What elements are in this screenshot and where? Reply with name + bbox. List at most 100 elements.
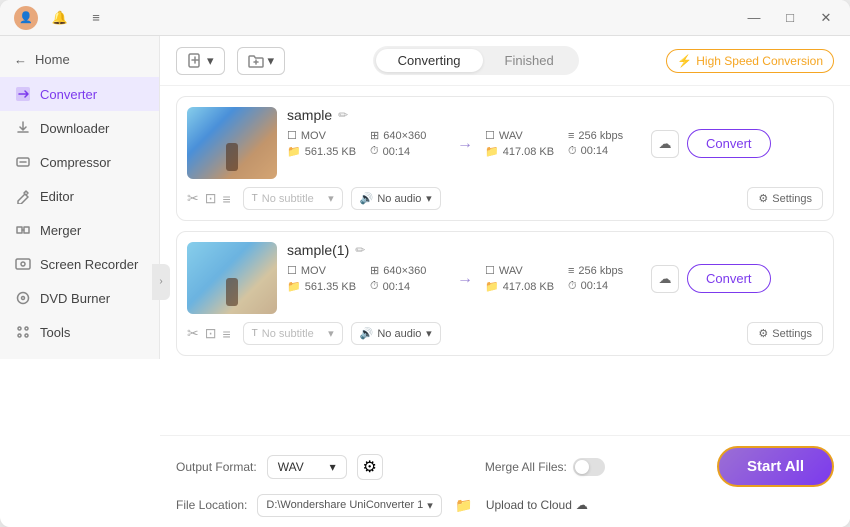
minimize-button[interactable]: —	[740, 4, 768, 32]
effects-icon-1[interactable]: ≡	[222, 326, 230, 342]
audio-label-1: No audio	[377, 328, 421, 340]
sidebar-item-downloader[interactable]: Downloader	[0, 111, 159, 145]
convert-button-1[interactable]: Convert	[687, 264, 771, 293]
upload-cloud-label: Upload to Cloud	[486, 498, 572, 512]
target-size-1: 417.08 KB	[503, 281, 554, 293]
browse-folder-button[interactable]: 📁	[452, 493, 476, 517]
crop-icon-1[interactable]: ⊡	[205, 325, 217, 342]
media-info-1: sample(1) ✏ ☐ MOV 📁	[287, 242, 823, 293]
audio-icon-1: 🔊	[360, 327, 374, 340]
res-icon-0: ⊞	[370, 129, 379, 142]
output-format-select[interactable]: WAV ▾	[267, 455, 347, 479]
crop-icon-0[interactable]: ⊡	[205, 190, 217, 207]
add-folder-dropdown-icon: ▾	[268, 53, 275, 69]
start-all-button[interactable]: Start All	[717, 446, 834, 487]
target-meta-0: ☐ WAV 📁 417.08 KB	[485, 129, 560, 158]
user-avatar[interactable]: 👤	[14, 6, 38, 30]
sidebar-item-screen-recorder[interactable]: Screen Recorder	[0, 247, 159, 281]
output-format-label: Output Format:	[176, 460, 257, 474]
settings-button-0[interactable]: ⚙ Settings	[747, 187, 823, 210]
source-folder-icon-0: 📁	[287, 145, 301, 158]
close-button[interactable]: ✕	[812, 4, 840, 32]
format-settings-icon[interactable]: ⚙	[357, 454, 383, 480]
add-folder-icon	[248, 53, 264, 69]
media-list: sample ✏ ☐ MOV 📁	[160, 86, 850, 435]
convert-button-0[interactable]: Convert	[687, 129, 771, 158]
dvd-burner-label: DVD Burner	[40, 291, 110, 306]
source-format-1: MOV	[301, 265, 326, 277]
menu-icon[interactable]: ≡	[82, 4, 110, 32]
tab-converting[interactable]: Converting	[376, 49, 483, 72]
target-dur-icon-0: ⏱	[568, 145, 577, 158]
sidebar-item-converter[interactable]: Converter	[0, 77, 159, 111]
sidebar: ← Home Converter	[0, 36, 160, 359]
target-format-icon-1: ☐	[485, 264, 495, 277]
bitrate-icon-0: ≡	[568, 130, 574, 142]
audio-select-0[interactable]: 🔊 No audio ▾	[351, 187, 441, 210]
output-format-value: WAV	[278, 460, 304, 474]
subtitle-icon-1: T	[252, 328, 258, 339]
notification-icon[interactable]: 🔔	[46, 4, 74, 32]
add-file-button[interactable]: ▾	[176, 47, 225, 75]
sidebar-home[interactable]: ← Home	[0, 46, 159, 73]
editor-icon	[14, 187, 32, 205]
subtitle-dropdown-0: ▾	[328, 192, 334, 205]
effects-icon-0[interactable]: ≡	[222, 191, 230, 207]
sidebar-item-tools[interactable]: Tools	[0, 315, 159, 349]
settings-button-1[interactable]: ⚙ Settings	[747, 322, 823, 345]
target-bitrate-1: 256 kbps	[578, 265, 623, 277]
source-folder-icon-1: 📁	[287, 280, 301, 293]
file-location-input[interactable]: D:\Wondershare UniConverter 1 ▾	[257, 494, 441, 517]
edit-name-icon-1[interactable]: ✏	[355, 243, 365, 257]
card-tools-0: ✂ ⊡ ≡	[187, 190, 231, 207]
sidebar-item-dvd-burner[interactable]: DVD Burner	[0, 281, 159, 315]
audio-label-0: No audio	[377, 193, 421, 205]
tab-finished[interactable]: Finished	[483, 49, 576, 72]
target-dur-0: 00:14	[581, 145, 609, 157]
audio-select-1[interactable]: 🔊 No audio ▾	[351, 322, 441, 345]
source-dur-1: 00:14	[383, 281, 411, 293]
subtitle-select-0[interactable]: T No subtitle ▾	[243, 187, 343, 210]
arrow-icon-1: →	[457, 270, 473, 288]
cut-icon-0[interactable]: ✂	[187, 190, 199, 207]
upload-cloud-button[interactable]: Upload to Cloud ☁	[486, 498, 588, 512]
source-res-1: 640×360	[383, 265, 426, 277]
converter-label: Converter	[40, 87, 97, 102]
sidebar-item-merger[interactable]: Merger	[0, 213, 159, 247]
source-meta-0: ☐ MOV 📁 561.35 KB	[287, 129, 362, 158]
add-folder-button[interactable]: ▾	[237, 47, 286, 75]
tools-icon	[14, 323, 32, 341]
source-meta-1: ☐ MOV 📁 561.35 KB	[287, 264, 362, 293]
subtitle-label-0: No subtitle	[262, 193, 314, 205]
upload-icon-0[interactable]: ☁	[651, 130, 679, 158]
format-dropdown-icon: ▾	[330, 460, 336, 474]
upload-icon-1[interactable]: ☁	[651, 265, 679, 293]
title-bar: 👤 🔔 ≡ — □ ✕	[0, 0, 850, 36]
source-dur-0: 00:14	[383, 146, 411, 158]
target-folder-icon-0: 📁	[485, 145, 499, 158]
sidebar-collapse-button[interactable]: ›	[152, 264, 170, 300]
audio-icon-0: 🔊	[360, 192, 374, 205]
speed-badge[interactable]: ⚡ High Speed Conversion	[666, 49, 834, 73]
edit-name-icon-0[interactable]: ✏	[338, 108, 348, 122]
subtitle-select-1[interactable]: T No subtitle ▾	[243, 322, 343, 345]
merge-toggle[interactable]	[573, 458, 605, 476]
maximize-button[interactable]: □	[776, 4, 804, 32]
top-bar: ▾ ▾ Converting Finished ⚡ High Speed Con…	[160, 36, 850, 86]
sidebar-item-editor[interactable]: Editor	[0, 179, 159, 213]
media-card-1: sample(1) ✏ ☐ MOV 📁	[176, 231, 834, 356]
settings-label-1: Settings	[772, 328, 812, 340]
file-location-label: File Location:	[176, 498, 247, 512]
target-details-0: ≡ 256 kbps ⏱ 00:14	[568, 130, 643, 158]
downloader-icon	[14, 119, 32, 137]
target-size-0: 417.08 KB	[503, 146, 554, 158]
bottom-bar: Output Format: WAV ▾ ⚙ Merge All Files: …	[160, 435, 850, 527]
sidebar-item-compressor[interactable]: Compressor	[0, 145, 159, 179]
res-icon-1: ⊞	[370, 264, 379, 277]
dur-icon-1: ⏱	[370, 280, 379, 293]
dvd-burner-icon	[14, 289, 32, 307]
settings-gear-icon-0: ⚙	[758, 192, 768, 205]
subtitle-dropdown-1: ▾	[328, 327, 334, 340]
screen-recorder-icon	[14, 255, 32, 273]
cut-icon-1[interactable]: ✂	[187, 325, 199, 342]
